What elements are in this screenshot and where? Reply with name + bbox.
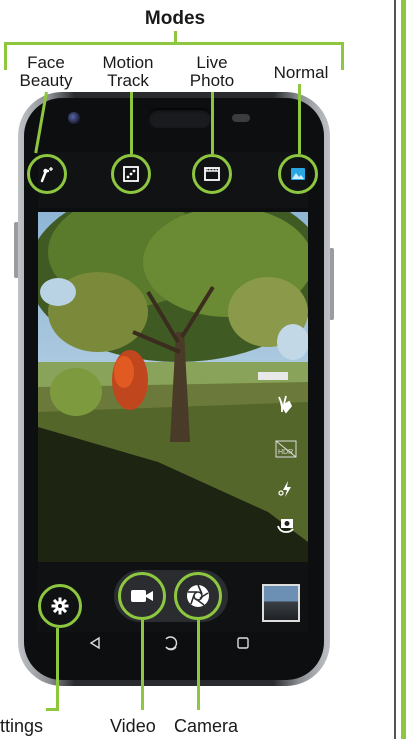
earpiece-speaker (148, 108, 212, 128)
label-live-photo-line2: Photo (189, 71, 235, 90)
shutter-aperture-icon (187, 584, 209, 607)
label-normal: Normal (273, 63, 329, 82)
page-edge-accent (401, 0, 406, 739)
proximity-sensor (232, 114, 250, 122)
callout-line-settings-foot (46, 708, 59, 711)
callout-line-normal (298, 84, 301, 154)
callout-line-camera (197, 620, 200, 710)
bracket-left-tick (4, 42, 7, 70)
callout-line-settings (56, 628, 59, 710)
mode-live-photo-button[interactable] (192, 154, 232, 194)
home-nav-button[interactable] (162, 634, 180, 652)
home-nav-icon (165, 636, 178, 651)
page-edge-line (394, 0, 396, 739)
live-photo-icon (204, 167, 220, 181)
label-motion-track-line2: Track (107, 71, 149, 90)
callout-line-motion-track (130, 92, 133, 154)
modes-bracket (4, 42, 344, 45)
label-motion-track: Motion Track (96, 54, 160, 90)
label-camera: Camera (174, 716, 239, 736)
label-settings: ttings (0, 716, 44, 736)
gallery-thumbnail[interactable] (262, 584, 300, 622)
motion-track-icon (123, 166, 139, 182)
bracket-right-tick (341, 42, 344, 70)
camera-shutter-button[interactable] (174, 572, 222, 620)
front-camera (68, 112, 80, 124)
label-face-beauty-line2: Beauty (19, 71, 73, 90)
gesture-shot-button[interactable] (276, 394, 296, 414)
back-nav-button[interactable] (88, 636, 102, 650)
video-camera-icon (131, 590, 153, 602)
label-motion-track-line1: Motion (102, 53, 154, 72)
video-mode-button[interactable] (118, 572, 166, 620)
flash-button[interactable] (278, 480, 296, 498)
recents-nav-button[interactable] (236, 636, 250, 650)
label-face-beauty-line1: Face (27, 53, 65, 72)
callout-line-live-photo (211, 92, 214, 154)
mode-motion-track-button[interactable] (111, 154, 151, 194)
label-live-photo-line1: Live (196, 53, 228, 72)
modes-title: Modes (144, 8, 206, 29)
gesture-icon (278, 395, 293, 414)
viewfinder-scene (38, 212, 308, 562)
label-video: Video (110, 716, 156, 736)
flash-icon (278, 481, 291, 497)
callout-line-video (141, 620, 144, 710)
hdr-label: HDR (278, 449, 294, 456)
mode-normal-button[interactable] (278, 154, 318, 194)
settings-button[interactable] (38, 584, 82, 628)
settings-gear-icon (51, 597, 69, 615)
hdr-button[interactable]: HDR (274, 440, 298, 460)
mode-bar (38, 152, 308, 208)
label-face-beauty: Face Beauty (16, 54, 76, 90)
back-nav-icon (89, 636, 100, 650)
switch-camera-button[interactable] (276, 514, 296, 534)
label-live-photo: Live Photo (186, 54, 238, 90)
recents-nav-icon (237, 637, 249, 649)
face-beauty-icon (40, 167, 53, 183)
mode-face-beauty-button[interactable] (27, 154, 67, 194)
normal-mode-icon (291, 168, 305, 180)
switch-camera-icon (277, 519, 294, 533)
camera-viewfinder[interactable] (38, 212, 308, 562)
